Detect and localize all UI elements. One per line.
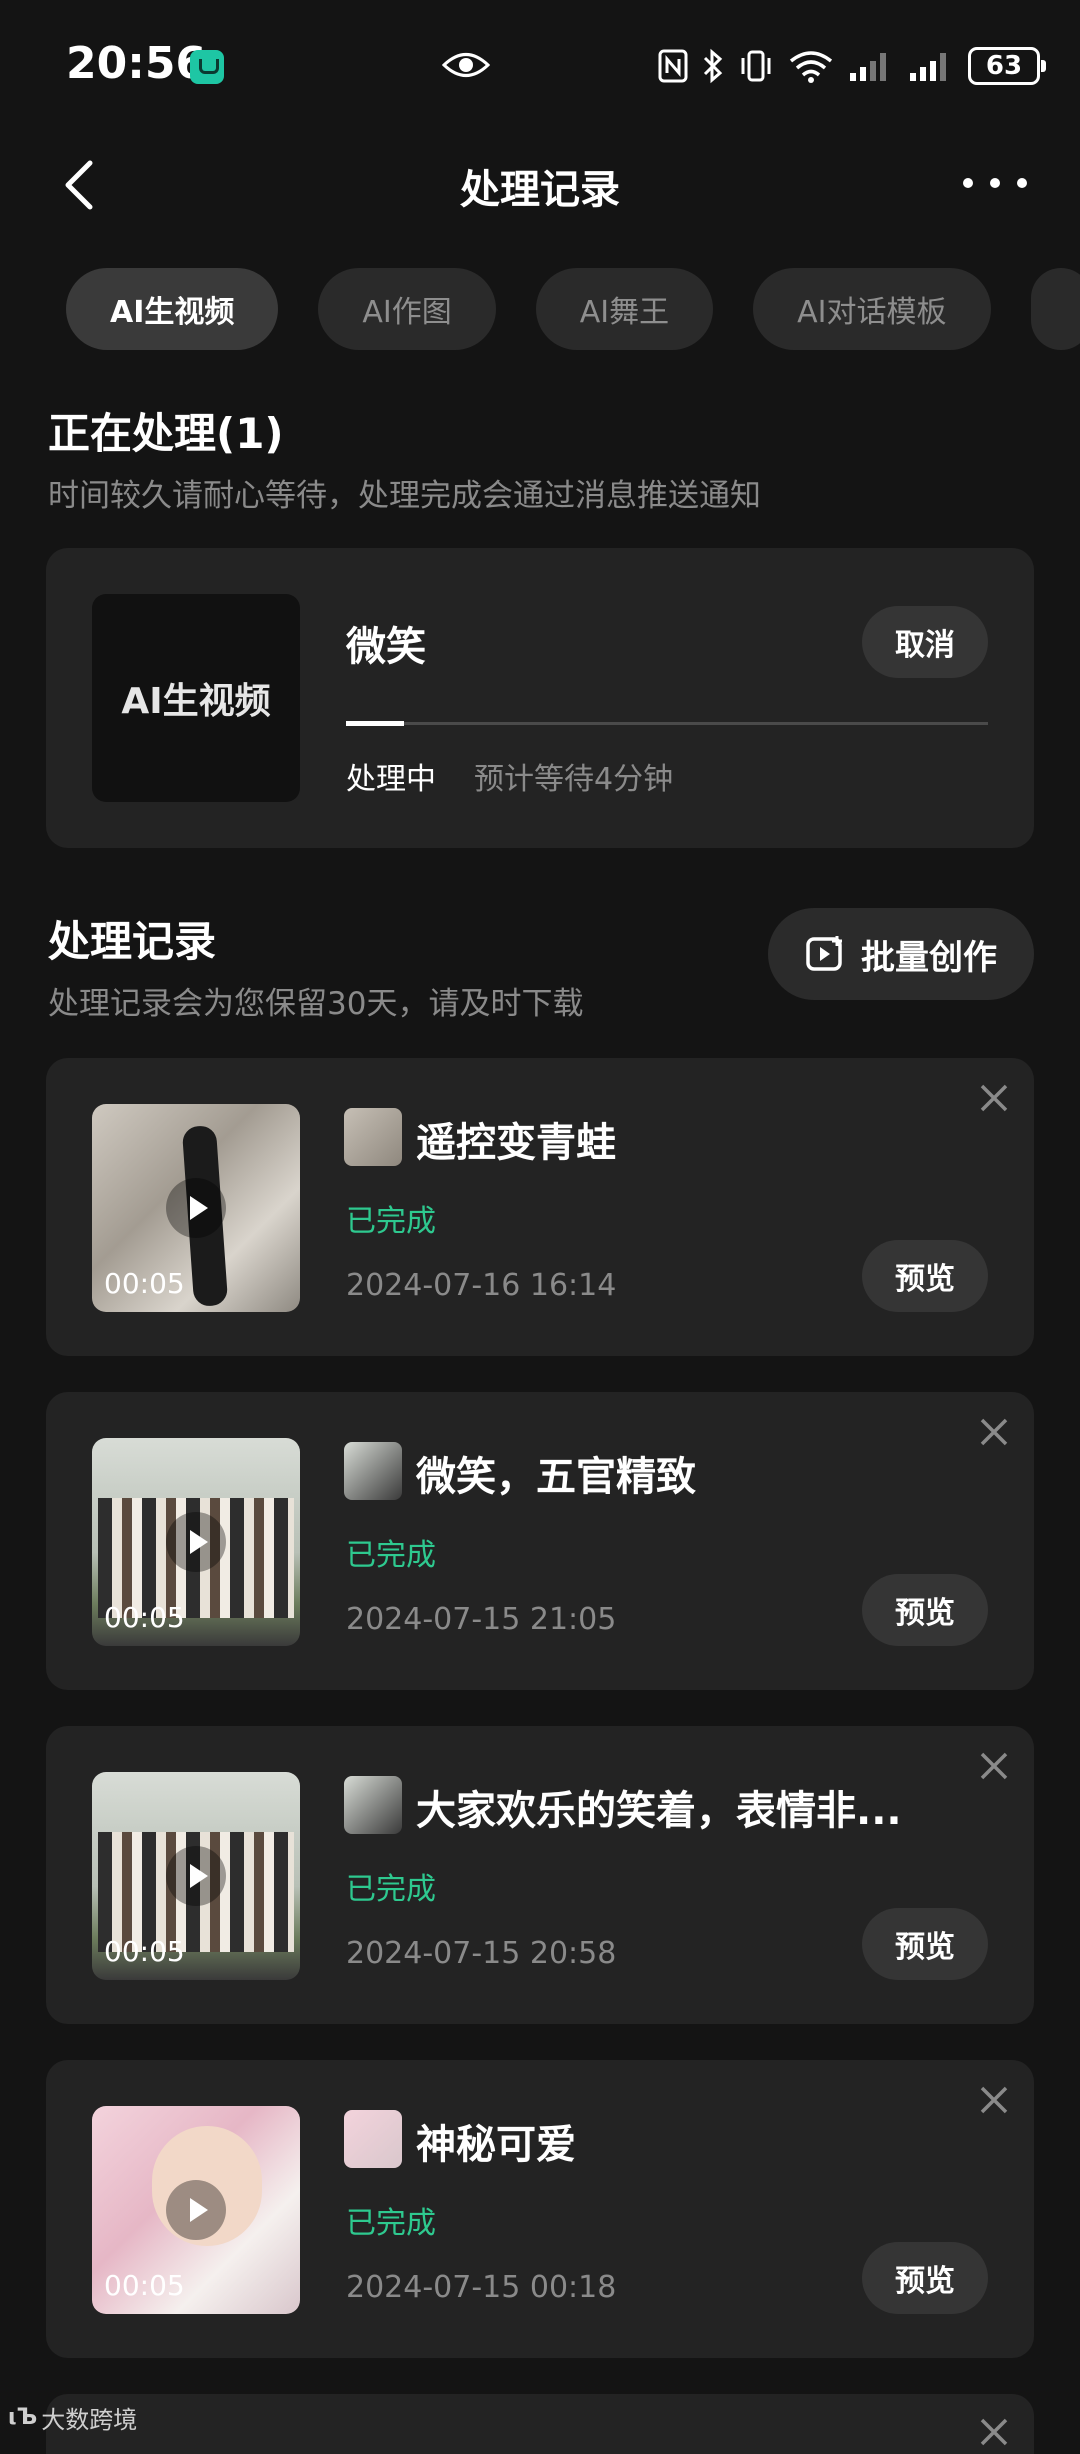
vibrate-icon [741,50,771,82]
record-card[interactable]: 00:05 微笑，五官精致 已完成 2024-07-15 21:05 预览 [46,1392,1034,1690]
record-status: 已完成 [346,1538,436,1573]
watermark-text: 大数跨境 [41,2406,138,2434]
progress-bar [346,721,988,726]
tab-ai-dance[interactable]: AI舞王 [535,268,714,350]
signal-icon-2 [910,53,946,81]
processing-eta: 预计等待4分钟 [474,762,674,797]
close-icon[interactable] [976,1748,1012,1784]
watermark-logo-icon: ιЪ [8,2405,38,2430]
progress-bar-fill [346,721,404,726]
play-icon[interactable] [166,2180,226,2240]
record-card[interactable]: 00:05 大家欢乐的笑着，表情非... 已完成 2024-07-15 20:5… [46,1726,1034,2024]
record-title: 微笑，五官精致 [416,1454,696,1500]
record-status: 已完成 [346,1204,436,1239]
mi-home-icon [190,50,224,84]
close-icon[interactable] [976,2082,1012,2118]
battery-icon: 63 [968,47,1046,85]
eye-icon [442,53,490,77]
processing-item-name: 微笑 [346,624,426,670]
close-icon[interactable] [976,1414,1012,1450]
signal-icon [850,53,886,81]
source-avatar [344,1776,402,1834]
preview-button[interactable]: 预览 [862,1574,988,1646]
record-title: 大家欢乐的笑着，表情非... [416,1788,902,1834]
video-duration: 00:05 [104,1601,185,1634]
record-date: 2024-07-15 20:58 [346,1936,617,1971]
source-avatar [344,2110,402,2168]
record-card-partial [46,2394,1034,2454]
record-status: 已完成 [346,2206,436,2241]
close-icon[interactable] [976,1080,1012,1116]
record-title: 遥控变青蛙 [416,1120,616,1166]
preview-button[interactable]: 预览 [862,2242,988,2314]
video-duration: 00:05 [104,1935,185,1968]
category-tabs: AI生视频 AI作图 AI舞王 AI对话模板 [66,268,1080,350]
top-bar: 处理记录 [0,135,1080,235]
record-date: 2024-07-15 00:18 [346,2270,617,2305]
preview-button[interactable]: 预览 [862,1908,988,1980]
video-duration: 00:05 [104,1267,185,1300]
record-card[interactable]: 00:05 神秘可爱 已完成 2024-07-15 00:18 预览 [46,2060,1034,2358]
page-title: 处理记录 [460,167,620,213]
system-icons: 63 [658,46,1046,86]
clock: 20:56 [66,38,207,89]
processing-status: 处理中 [346,762,436,797]
play-icon[interactable] [166,1846,226,1906]
processing-subtitle: 时间较久请耐心等待，处理完成会通过消息推送通知 [48,478,761,514]
tab-ai-drawing[interactable]: AI作图 [318,268,496,350]
processing-thumbnail: AI生视频 [92,594,300,802]
nfc-icon [658,49,688,83]
video-duration: 00:05 [104,2269,185,2302]
tab-overflow[interactable] [1030,268,1080,350]
bluetooth-icon [703,48,723,84]
status-bar: 20:56 63 [0,0,1080,135]
more-icon[interactable] [960,173,1030,193]
batch-create-label: 批量创作 [861,937,997,978]
source-avatar [344,1442,402,1500]
close-icon[interactable] [976,2414,1012,2450]
play-icon[interactable] [166,1512,226,1572]
tab-ai-dialog-template[interactable]: AI对话模板 [753,268,991,350]
video-thumbnail[interactable]: 00:05 [92,1772,300,1980]
records-title: 处理记录 [48,917,217,966]
record-status: 已完成 [346,1872,436,1907]
video-edit-icon [806,936,842,971]
record-date: 2024-07-15 21:05 [346,1602,617,1637]
wifi-icon [789,51,833,83]
watermark: ιЪ 大数跨境 [8,2400,137,2435]
record-card[interactable]: 00:05 遥控变青蛙 已完成 2024-07-16 16:14 预览 [46,1058,1034,1356]
record-date: 2024-07-16 16:14 [346,1268,617,1303]
source-avatar [344,1108,402,1166]
video-thumbnail[interactable]: 00:05 [92,1438,300,1646]
video-thumbnail[interactable]: 00:05 [92,2106,300,2314]
records-subtitle: 处理记录会为您保留30天，请及时下载 [48,986,584,1022]
cancel-button[interactable]: 取消 [862,606,988,678]
tab-ai-video[interactable]: AI生视频 [66,268,279,350]
record-title: 神秘可爱 [416,2122,576,2168]
video-thumbnail[interactable]: 00:05 [92,1104,300,1312]
processing-card: AI生视频 微笑 取消 处理中 预计等待4分钟 [46,548,1034,848]
preview-button[interactable]: 预览 [862,1240,988,1312]
play-icon[interactable] [166,1178,226,1238]
batch-create-button[interactable]: 批量创作 [768,908,1034,1000]
processing-title: 正在处理(1) [48,409,284,458]
